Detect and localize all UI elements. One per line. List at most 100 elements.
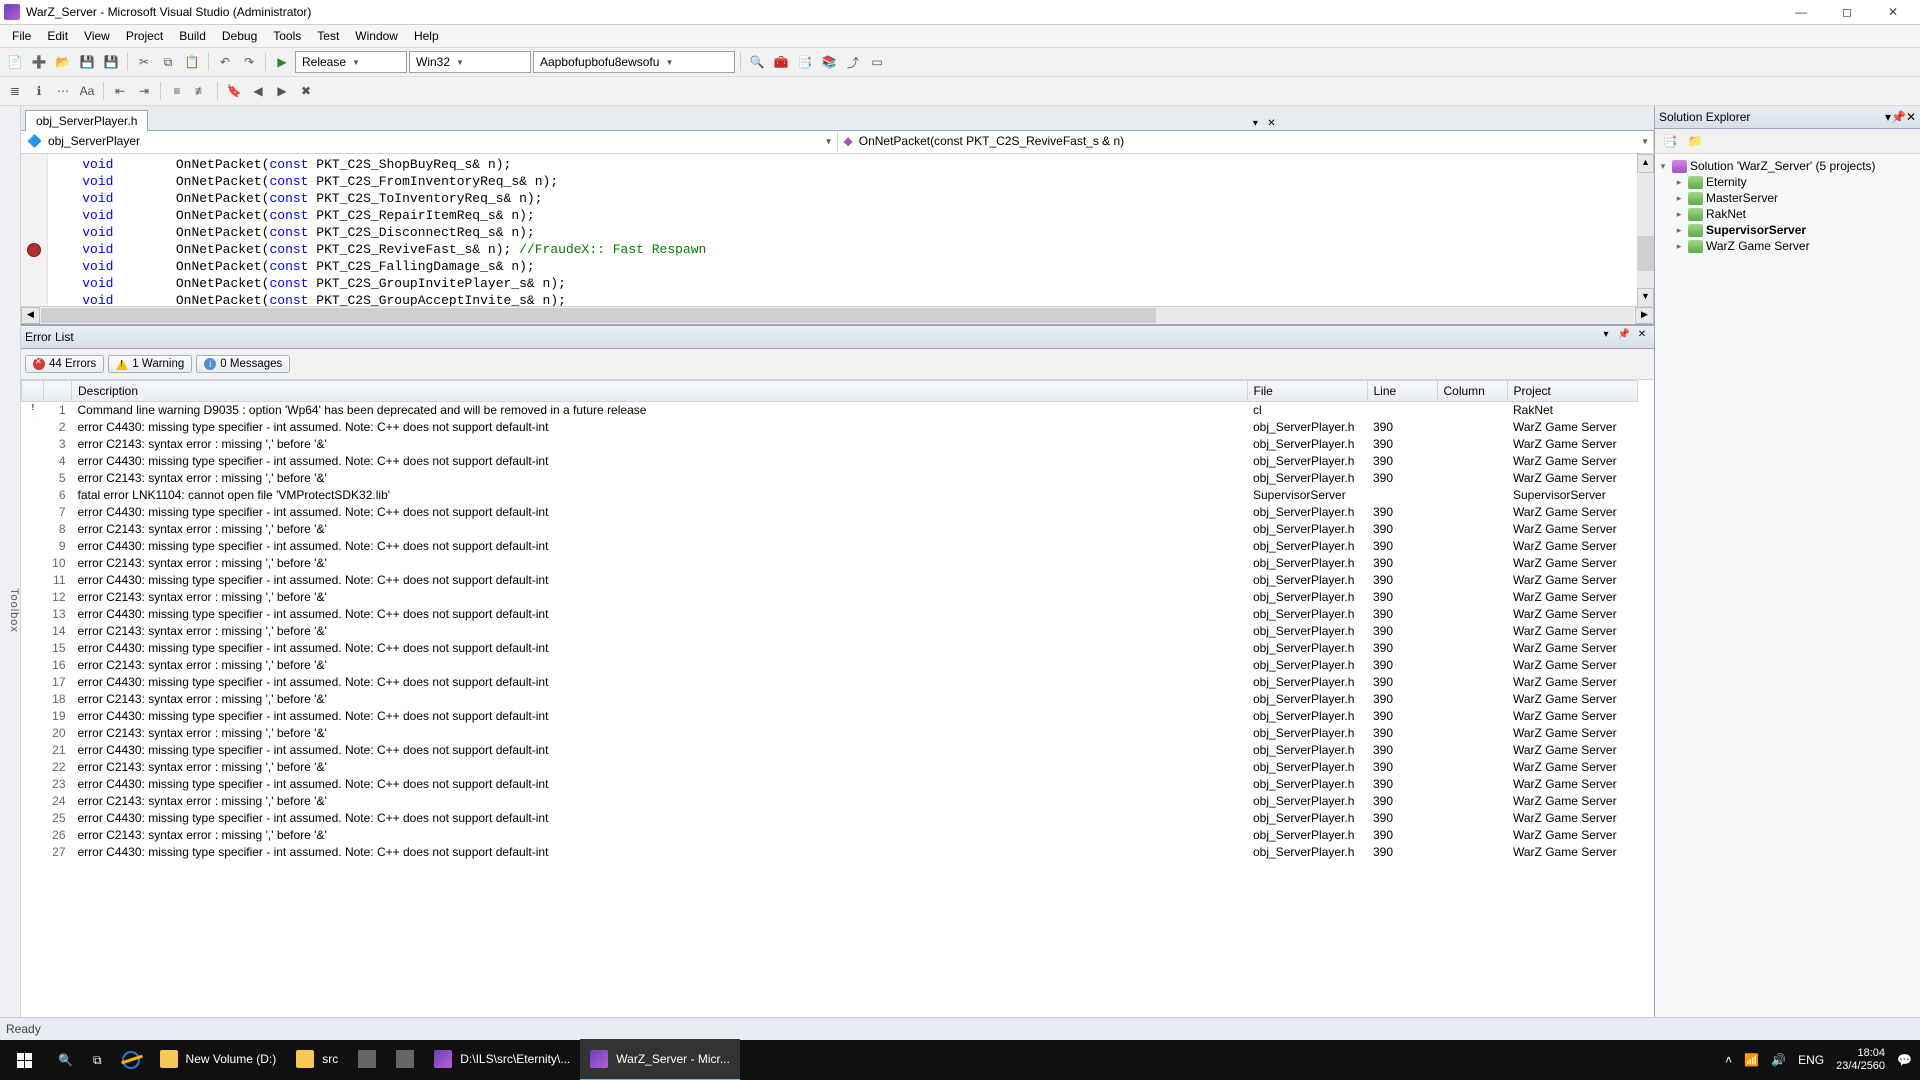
error-row[interactable]: 7error C4430: missing type specifier - i… (22, 504, 1655, 521)
taskbar-item[interactable]: New Volume (D:) (150, 1039, 287, 1079)
ie-pinned-icon[interactable] (112, 1040, 150, 1080)
paste-icon[interactable]: 📋 (181, 51, 203, 73)
new-project-icon[interactable]: 📄 (4, 51, 26, 73)
panel-dropdown-icon[interactable]: ▾ (1598, 329, 1614, 345)
properties-icon[interactable]: 📑 (794, 51, 816, 73)
solution-node[interactable]: ▾Solution 'WarZ_Server' (5 projects) (1657, 158, 1918, 174)
taskbar-item[interactable] (348, 1039, 386, 1079)
param-info-icon[interactable]: ⋯ (52, 80, 74, 102)
error-row[interactable]: 15error C4430: missing type specifier - … (22, 640, 1655, 657)
error-row[interactable]: 24error C2143: syntax error : missing ',… (22, 793, 1655, 810)
error-list-panel-header[interactable]: Error List ▾ 📌 ✕ (21, 325, 1654, 349)
toolbox-rail[interactable]: Toolbox (0, 106, 21, 1080)
error-row[interactable]: 22error C2143: syntax error : missing ',… (22, 759, 1655, 776)
error-column-header[interactable]: Project (1507, 381, 1637, 402)
error-row[interactable]: 6fatal error LNK1104: cannot open file '… (22, 487, 1655, 504)
start-page-icon[interactable]: ⤴ (842, 51, 864, 73)
toolbox-icon[interactable]: 🧰 (770, 51, 792, 73)
quick-info-icon[interactable]: ℹ (28, 80, 50, 102)
error-row[interactable]: 8error C2143: syntax error : missing ','… (22, 521, 1655, 538)
class-scope-combo[interactable]: 🔷obj_ServerPlayer▼ (21, 131, 838, 151)
solution-config-combo[interactable]: Release▼ (295, 51, 407, 73)
volume-icon[interactable]: 🔊 (1771, 1053, 1786, 1067)
menu-help[interactable]: Help (406, 26, 447, 46)
editor-gutter[interactable] (21, 154, 48, 324)
menu-window[interactable]: Window (347, 26, 406, 46)
member-list-icon[interactable]: ≣ (4, 80, 26, 102)
tray-chevron-icon[interactable]: ˄ (1725, 1053, 1732, 1067)
redo-icon[interactable]: ↷ (238, 51, 260, 73)
error-column-header[interactable] (44, 381, 72, 402)
error-row[interactable]: 21error C4430: missing type specifier - … (22, 742, 1655, 759)
error-column-header[interactable]: Description (72, 381, 1248, 402)
error-column-header[interactable]: File (1247, 381, 1367, 402)
save-all-icon[interactable]: 💾 (100, 51, 122, 73)
menu-edit[interactable]: Edit (39, 26, 76, 46)
messages-filter-button[interactable]: i0 Messages (196, 355, 290, 373)
menu-file[interactable]: File (4, 26, 39, 46)
minimize-button[interactable]: — (1778, 0, 1824, 24)
member-scope-combo[interactable]: ◆OnNetPacket(const PKT_C2S_ReviveFast_s … (838, 131, 1655, 151)
cut-icon[interactable]: ✂ (133, 51, 155, 73)
window-layout-icon[interactable]: ▭ (866, 51, 888, 73)
solution-tree[interactable]: ▾Solution 'WarZ_Server' (5 projects)▸Ete… (1655, 154, 1920, 258)
solution-explorer-header[interactable]: Solution Explorer ▾ 📌 ✕ (1655, 106, 1920, 129)
project-node[interactable]: ▸WarZ Game Server (1657, 238, 1918, 254)
menu-build[interactable]: Build (171, 26, 214, 46)
error-row[interactable]: 3error C2143: syntax error : missing ','… (22, 436, 1655, 453)
uncomment-icon[interactable]: ≢ (190, 80, 212, 102)
editor-vertical-scrollbar[interactable]: ▲▼ (1637, 154, 1654, 307)
taskbar-item[interactable]: WarZ_Server - Micr... (580, 1039, 740, 1080)
error-row[interactable]: 4error C4430: missing type specifier - i… (22, 453, 1655, 470)
project-node[interactable]: ▸Eternity (1657, 174, 1918, 190)
error-list-grid[interactable]: DescriptionFileLineColumnProject 1Comman… (21, 380, 1654, 1080)
taskbar-item[interactable] (386, 1039, 424, 1079)
clear-bookmarks-icon[interactable]: ✖ (295, 80, 317, 102)
system-tray[interactable]: ˄ 📶 🔊 ENG 18:0423/4/2560 💬 (1725, 1047, 1920, 1073)
task-view-button[interactable]: ⧉ (83, 1040, 112, 1080)
error-row[interactable]: 13error C4430: missing type specifier - … (22, 606, 1655, 623)
project-node[interactable]: ▸SupervisorServer (1657, 222, 1918, 238)
error-row[interactable]: 9error C4430: missing type specifier - i… (22, 538, 1655, 555)
panel-pin-icon[interactable]: 📌 (1891, 110, 1906, 124)
panel-pin-icon[interactable]: 📌 (1616, 329, 1632, 345)
maximize-button[interactable]: ◻ (1824, 0, 1870, 24)
indent-less-icon[interactable]: ⇤ (109, 80, 131, 102)
error-row[interactable]: 14error C2143: syntax error : missing ',… (22, 623, 1655, 640)
error-row[interactable]: 18error C2143: syntax error : missing ',… (22, 691, 1655, 708)
error-row[interactable]: 5error C2143: syntax error : missing ','… (22, 470, 1655, 487)
copy-icon[interactable]: ⧉ (157, 51, 179, 73)
taskbar-item[interactable]: D:\ILS\src\Eternity\... (424, 1039, 580, 1079)
add-item-icon[interactable]: ➕ (28, 51, 50, 73)
panel-close-icon[interactable]: ✕ (1634, 329, 1650, 345)
error-row[interactable]: 27error C4430: missing type specifier - … (22, 844, 1655, 861)
editor-horizontal-scrollbar[interactable]: ◀▶ (21, 306, 1654, 324)
document-tab[interactable]: obj_ServerPlayer.h (25, 110, 148, 131)
comment-icon[interactable]: ≡ (166, 80, 188, 102)
properties-icon[interactable]: 📑 (1659, 130, 1681, 152)
taskbar-item[interactable]: src (286, 1039, 348, 1079)
next-bookmark-icon[interactable]: ▶ (271, 80, 293, 102)
menu-test[interactable]: Test (309, 26, 347, 46)
close-button[interactable]: ✕ (1870, 0, 1916, 24)
complete-word-icon[interactable]: Aa (76, 80, 98, 102)
start-button[interactable] (0, 1040, 48, 1080)
error-column-header[interactable] (22, 381, 44, 402)
error-row[interactable]: 20error C2143: syntax error : missing ',… (22, 725, 1655, 742)
code-editor[interactable]: void OnNetPacket(const PKT_C2S_ShopBuyRe… (21, 154, 1654, 325)
close-document-icon[interactable]: ✕ (1264, 116, 1278, 130)
error-row[interactable]: 23error C4430: missing type specifier - … (22, 776, 1655, 793)
error-row[interactable]: 1Command line warning D9035 : option 'Wp… (22, 402, 1655, 419)
object-browser-icon[interactable]: 📚 (818, 51, 840, 73)
error-row[interactable]: 26error C2143: syntax error : missing ',… (22, 827, 1655, 844)
taskbar-clock[interactable]: 18:0423/4/2560 (1836, 1047, 1885, 1073)
indent-more-icon[interactable]: ⇥ (133, 80, 155, 102)
network-icon[interactable]: 📶 (1744, 1053, 1759, 1067)
language-indicator[interactable]: ENG (1798, 1053, 1824, 1067)
error-row[interactable]: 16error C2143: syntax error : missing ',… (22, 657, 1655, 674)
error-row[interactable]: 2error C4430: missing type specifier - i… (22, 419, 1655, 436)
find-icon[interactable]: 🔍 (746, 51, 768, 73)
start-debug-icon[interactable]: ▶ (271, 51, 293, 73)
project-node[interactable]: ▸MasterServer (1657, 190, 1918, 206)
project-node[interactable]: ▸RakNet (1657, 206, 1918, 222)
